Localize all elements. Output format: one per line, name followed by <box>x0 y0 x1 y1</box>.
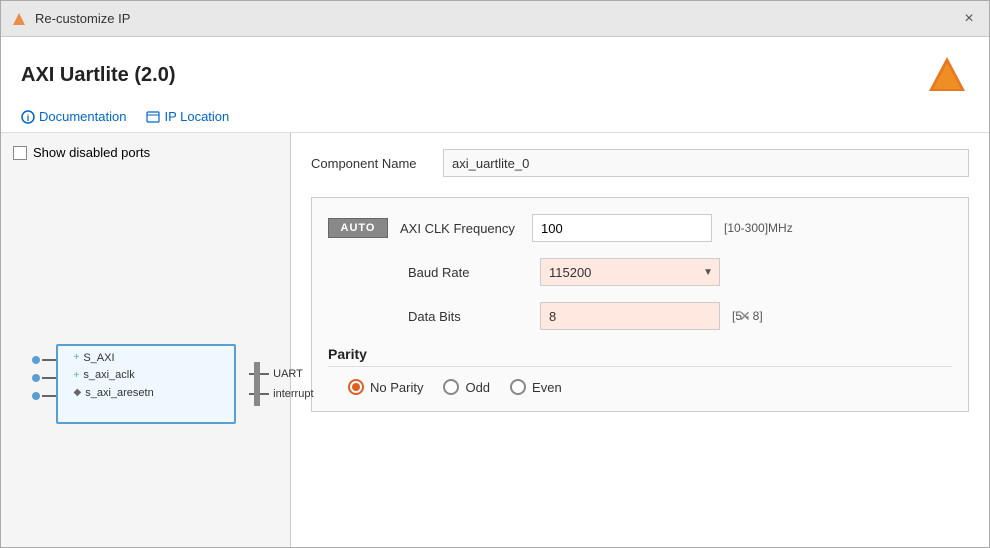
title-icon <box>11 11 27 27</box>
header-section: AXI Uartlite (2.0) i Documentation <box>1 37 989 133</box>
ip-block: + S_AXI + s_axi_aclk ◆ s_axi_aresetn <box>56 344 236 424</box>
main-window: Re-customize IP × AXI Uartlite (2.0) i D… <box>0 0 990 548</box>
interrupt-label: interrupt <box>273 388 313 400</box>
no-parity-label: No Parity <box>370 380 423 395</box>
left-panel: Show disabled ports <box>1 133 291 547</box>
odd-radio-outer[interactable] <box>443 379 459 395</box>
title-text: Re-customize IP <box>35 11 130 26</box>
location-icon <box>146 110 160 124</box>
component-name-row: Component Name <box>311 149 969 177</box>
auto-badge: AUTO <box>328 218 388 238</box>
component-name-label: Component Name <box>311 156 431 171</box>
baud-dropdown-arrow-icon: ▼ <box>697 267 719 278</box>
parity-title: Parity <box>328 346 952 367</box>
ip-location-link[interactable]: IP Location <box>146 109 229 124</box>
app-title: AXI Uartlite (2.0) <box>21 64 175 87</box>
port-aclk: + s_axi_aclk <box>74 367 226 385</box>
show-ports-checkbox[interactable] <box>13 146 27 160</box>
no-parity-radio-inner <box>352 383 360 391</box>
title-bar-left: Re-customize IP <box>11 11 130 27</box>
show-ports-row: Show disabled ports <box>13 145 278 160</box>
clk-freq-label: AXI CLK Frequency <box>400 221 520 236</box>
clk-freq-row: AUTO AXI CLK Frequency [10-300]MHz <box>328 214 952 242</box>
even-radio-outer[interactable] <box>510 379 526 395</box>
app-header: AXI Uartlite (2.0) <box>21 53 969 97</box>
show-ports-label: Show disabled ports <box>33 145 150 160</box>
main-content: Show disabled ports <box>1 133 989 547</box>
data-bits-row: Data Bits ✕ [5 - 8] <box>328 302 952 330</box>
data-bits-hint: [5 - 8] <box>732 309 763 323</box>
baud-rate-select[interactable]: 115200 9600 19200 38400 57600 230400 <box>541 259 697 285</box>
info-icon: i <box>21 110 35 124</box>
nav-links: i Documentation IP Location <box>21 109 969 124</box>
right-connector-bar <box>254 362 260 406</box>
parity-even[interactable]: Even <box>510 379 562 395</box>
data-bits-label: Data Bits <box>408 309 528 324</box>
close-button[interactable]: × <box>959 9 979 29</box>
parity-no-parity[interactable]: No Parity <box>348 379 423 395</box>
even-label: Even <box>532 380 562 395</box>
right-panel: Component Name AUTO AXI CLK Frequency [1… <box>291 133 989 547</box>
baud-rate-row: Baud Rate 115200 9600 19200 38400 57600 … <box>328 258 952 286</box>
vivado-logo <box>925 53 969 97</box>
baud-rate-label: Baud Rate <box>408 265 528 280</box>
clk-freq-input[interactable] <box>532 214 712 242</box>
port-aresetn: ◆ s_axi_aresetn <box>74 385 226 403</box>
port-s-axi: + S_AXI <box>74 350 226 368</box>
parity-odd[interactable]: Odd <box>443 379 490 395</box>
data-bits-wrapper: ✕ <box>540 302 720 330</box>
config-box: AUTO AXI CLK Frequency [10-300]MHz Baud … <box>311 197 969 412</box>
parity-section: Parity No Parity <box>328 346 952 395</box>
documentation-link[interactable]: i Documentation <box>21 109 126 124</box>
component-name-input[interactable] <box>443 149 969 177</box>
svg-text:i: i <box>27 113 30 123</box>
odd-label: Odd <box>465 380 490 395</box>
parity-radio-group: No Parity Odd Even <box>328 379 952 395</box>
uart-label: UART <box>273 368 303 380</box>
no-parity-radio-outer[interactable] <box>348 379 364 395</box>
form-section: Component Name AUTO AXI CLK Frequency [1… <box>311 149 969 412</box>
baud-rate-select-wrapper[interactable]: 115200 9600 19200 38400 57600 230400 ▼ <box>540 258 720 286</box>
title-bar: Re-customize IP × <box>1 1 989 37</box>
clk-freq-hint: [10-300]MHz <box>724 221 793 235</box>
block-diagram: + S_AXI + s_axi_aclk ◆ s_axi_aresetn <box>13 192 278 535</box>
data-bits-input[interactable] <box>541 303 733 329</box>
